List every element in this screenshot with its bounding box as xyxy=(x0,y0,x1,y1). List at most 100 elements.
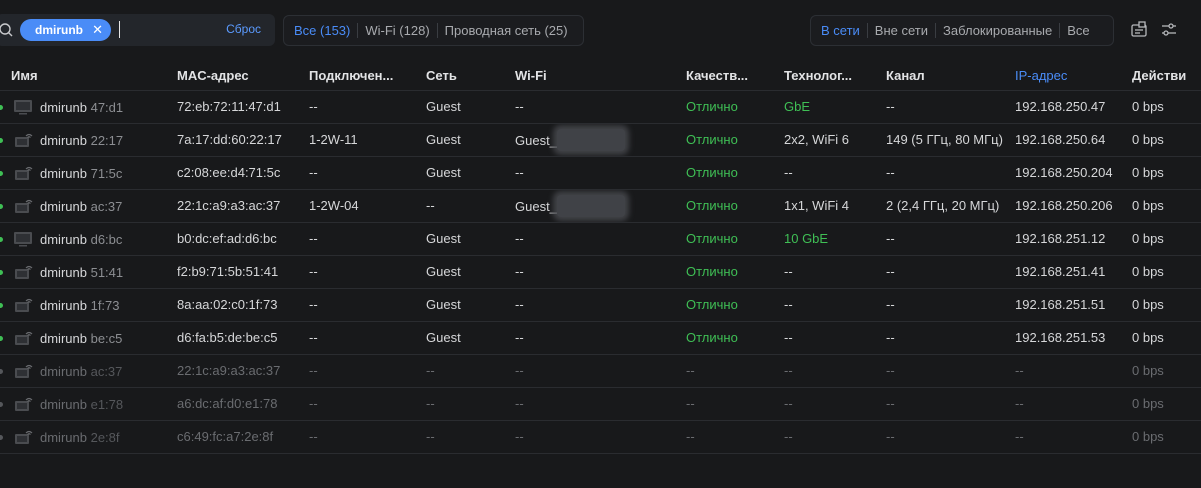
cell-mac: b0:dc:ef:ad:d6:bc xyxy=(177,221,309,255)
table-row[interactable]: dmirunb 2e:8f c6:49:fc:a7:2e:8f -- -- -- -- --… xyxy=(0,419,1201,454)
cell-mac: d6:fa:b5:de:be:c5 xyxy=(177,320,309,354)
cell-connection: -- xyxy=(309,320,426,354)
column-header-name[interactable]: Имя xyxy=(0,60,177,90)
search-chip-label: dmirunb xyxy=(35,23,83,37)
cell-wifi: -- xyxy=(515,89,686,123)
export-icon[interactable] xyxy=(1130,21,1148,39)
table-row[interactable]: dmirunb ac:37 22:1c:a9:a3:ac:37 1-2W-04 -- G… xyxy=(0,188,1201,222)
column-header-connection[interactable]: Подключен... xyxy=(309,60,426,90)
device-name[interactable]: dmirunb xyxy=(40,100,87,115)
cell-quality: Отлично xyxy=(686,89,784,123)
cell-name: dmirunb 1f:73 xyxy=(0,287,177,321)
cell-technology: 10 GbE xyxy=(784,221,886,255)
device-name[interactable]: dmirunb xyxy=(40,265,87,280)
filter-wifi[interactable]: Wi-Fi (128) xyxy=(358,16,436,45)
cell-network: -- xyxy=(426,419,515,454)
table-row[interactable]: dmirunb 22:17 7a:17:dd:60:22:17 1-2W-11 Gue… xyxy=(0,122,1201,156)
device-name[interactable]: dmirunb xyxy=(40,232,87,247)
table-row[interactable]: dmirunb e1:78 a6:dc:af:d0:e1:78 -- -- -- -- --… xyxy=(0,386,1201,420)
close-icon[interactable]: ✕ xyxy=(92,19,103,41)
column-header-wifi[interactable]: Wi-Fi xyxy=(515,60,686,90)
cell-network: Guest xyxy=(426,287,515,321)
table-row[interactable]: dmirunb 1f:73 8a:aa:02:c0:1f:73 -- Guest -- О… xyxy=(0,287,1201,321)
column-header-technology[interactable]: Технолог... xyxy=(784,60,886,90)
clients-table: Имя MAC-адрес Подключен... Сеть Wi-Fi Ка… xyxy=(0,60,1201,454)
cell-name: dmirunb 51:41 xyxy=(0,254,177,288)
cell-connection: -- xyxy=(309,353,426,387)
cell-connection: -- xyxy=(309,254,426,288)
device-name[interactable]: dmirunb xyxy=(40,397,87,412)
device-name[interactable]: dmirunb xyxy=(40,298,87,313)
device-name[interactable]: dmirunb xyxy=(40,166,87,181)
device-name-suffix: 51:41 xyxy=(90,264,124,280)
device-name-suffix: 1f:73 xyxy=(90,297,120,313)
filter-all[interactable]: Все (153) xyxy=(287,16,357,45)
cell-network: Guest xyxy=(426,155,515,189)
table-row[interactable]: dmirunb 47:d1 72:eb:72:11:47:d1 -- Guest -- О… xyxy=(0,89,1201,123)
cell-ip: 192.168.251.51 xyxy=(1015,287,1132,321)
cell-quality: Отлично xyxy=(686,155,784,189)
wifi-ssid: Guest_ xyxy=(515,132,557,148)
status-dot xyxy=(0,269,3,275)
cell-connection: -- xyxy=(309,386,426,420)
cell-wifi: -- xyxy=(515,419,686,454)
status-dot xyxy=(0,434,3,440)
cell-connection: -- xyxy=(309,287,426,321)
column-header-mac[interactable]: MAC-адрес xyxy=(177,60,309,90)
cell-mac: c6:49:fc:a7:2e:8f xyxy=(177,419,309,454)
device-name[interactable]: dmirunb xyxy=(40,199,87,214)
cell-mac: a6:dc:af:d0:e1:78 xyxy=(177,386,309,420)
device-name[interactable]: dmirunb xyxy=(40,331,87,346)
cell-network: -- xyxy=(426,386,515,420)
table-row[interactable]: dmirunb 51:41 f2:b9:71:5b:51:41 -- Guest -- О… xyxy=(0,254,1201,288)
status-dot xyxy=(0,236,3,242)
cell-ip: 192.168.250.47 xyxy=(1015,89,1132,123)
filter-blocked[interactable]: Заблокированные xyxy=(936,16,1059,45)
device-name-suffix: 47:d1 xyxy=(90,99,124,115)
settings-sliders-icon[interactable] xyxy=(1160,21,1178,39)
table-row[interactable]: dmirunb be:c5 d6:fa:b5:de:be:c5 -- Guest -- О… xyxy=(0,320,1201,354)
cell-technology: -- xyxy=(784,419,886,454)
column-header-activity[interactable]: Действи xyxy=(1132,60,1201,90)
table-row[interactable]: dmirunb ac:37 22:1c:a9:a3:ac:37 -- -- -- -- --… xyxy=(0,353,1201,387)
cell-quality: -- xyxy=(686,419,784,454)
column-header-quality[interactable]: Качеств... xyxy=(686,60,784,90)
cell-ip: 192.168.250.206 xyxy=(1015,188,1132,222)
search-filter-chip: dmirunb ✕ xyxy=(20,19,111,41)
cell-channel: -- xyxy=(886,89,1015,123)
wifi-ssid: -- xyxy=(515,231,524,246)
wifi-device-icon xyxy=(13,198,33,214)
wifi-ssid: -- xyxy=(515,429,524,444)
filter-wired[interactable]: Проводная сеть (25) xyxy=(438,16,575,45)
cell-connection: -- xyxy=(309,221,426,255)
cell-wifi: -- xyxy=(515,386,686,420)
column-header-channel[interactable]: Канал xyxy=(886,60,1015,90)
cell-technology: -- xyxy=(784,155,886,189)
device-name[interactable]: dmirunb xyxy=(40,364,87,379)
table-row[interactable]: dmirunb d6:bc b0:dc:ef:ad:d6:bc -- Guest -- О… xyxy=(0,221,1201,255)
reset-button[interactable]: Сброс xyxy=(226,22,261,36)
cell-ip: -- xyxy=(1015,386,1132,420)
column-header-ip[interactable]: IP-адрес xyxy=(1015,60,1132,90)
wifi-device-icon xyxy=(13,297,33,313)
filter-offline[interactable]: Вне сети xyxy=(868,16,935,45)
cell-quality: Отлично xyxy=(686,287,784,321)
search-box[interactable]: dmirunb ✕ Сброс xyxy=(0,14,275,46)
device-name[interactable]: dmirunb xyxy=(40,430,87,445)
monitor-icon xyxy=(13,99,33,115)
cell-ip: 192.168.251.41 xyxy=(1015,254,1132,288)
device-name[interactable]: dmirunb xyxy=(40,133,87,148)
status-dot xyxy=(0,137,3,143)
cell-technology: 2x2, WiFi 6 xyxy=(784,122,886,156)
filter-status-all[interactable]: Все xyxy=(1060,16,1096,45)
redacted-ssid xyxy=(556,128,625,151)
wifi-ssid: Guest_ xyxy=(515,198,557,214)
cell-activity: 0 bps xyxy=(1132,188,1201,222)
cell-mac: 22:1c:a9:a3:ac:37 xyxy=(177,353,309,387)
table-row[interactable]: dmirunb 71:5c c2:08:ee:d4:71:5c -- Guest -- О… xyxy=(0,155,1201,189)
column-header-network[interactable]: Сеть xyxy=(426,60,515,90)
cell-network: Guest xyxy=(426,89,515,123)
cell-name: dmirunb ac:37 xyxy=(0,353,177,387)
filter-online[interactable]: В сети xyxy=(814,16,867,45)
status-dot xyxy=(0,104,3,110)
